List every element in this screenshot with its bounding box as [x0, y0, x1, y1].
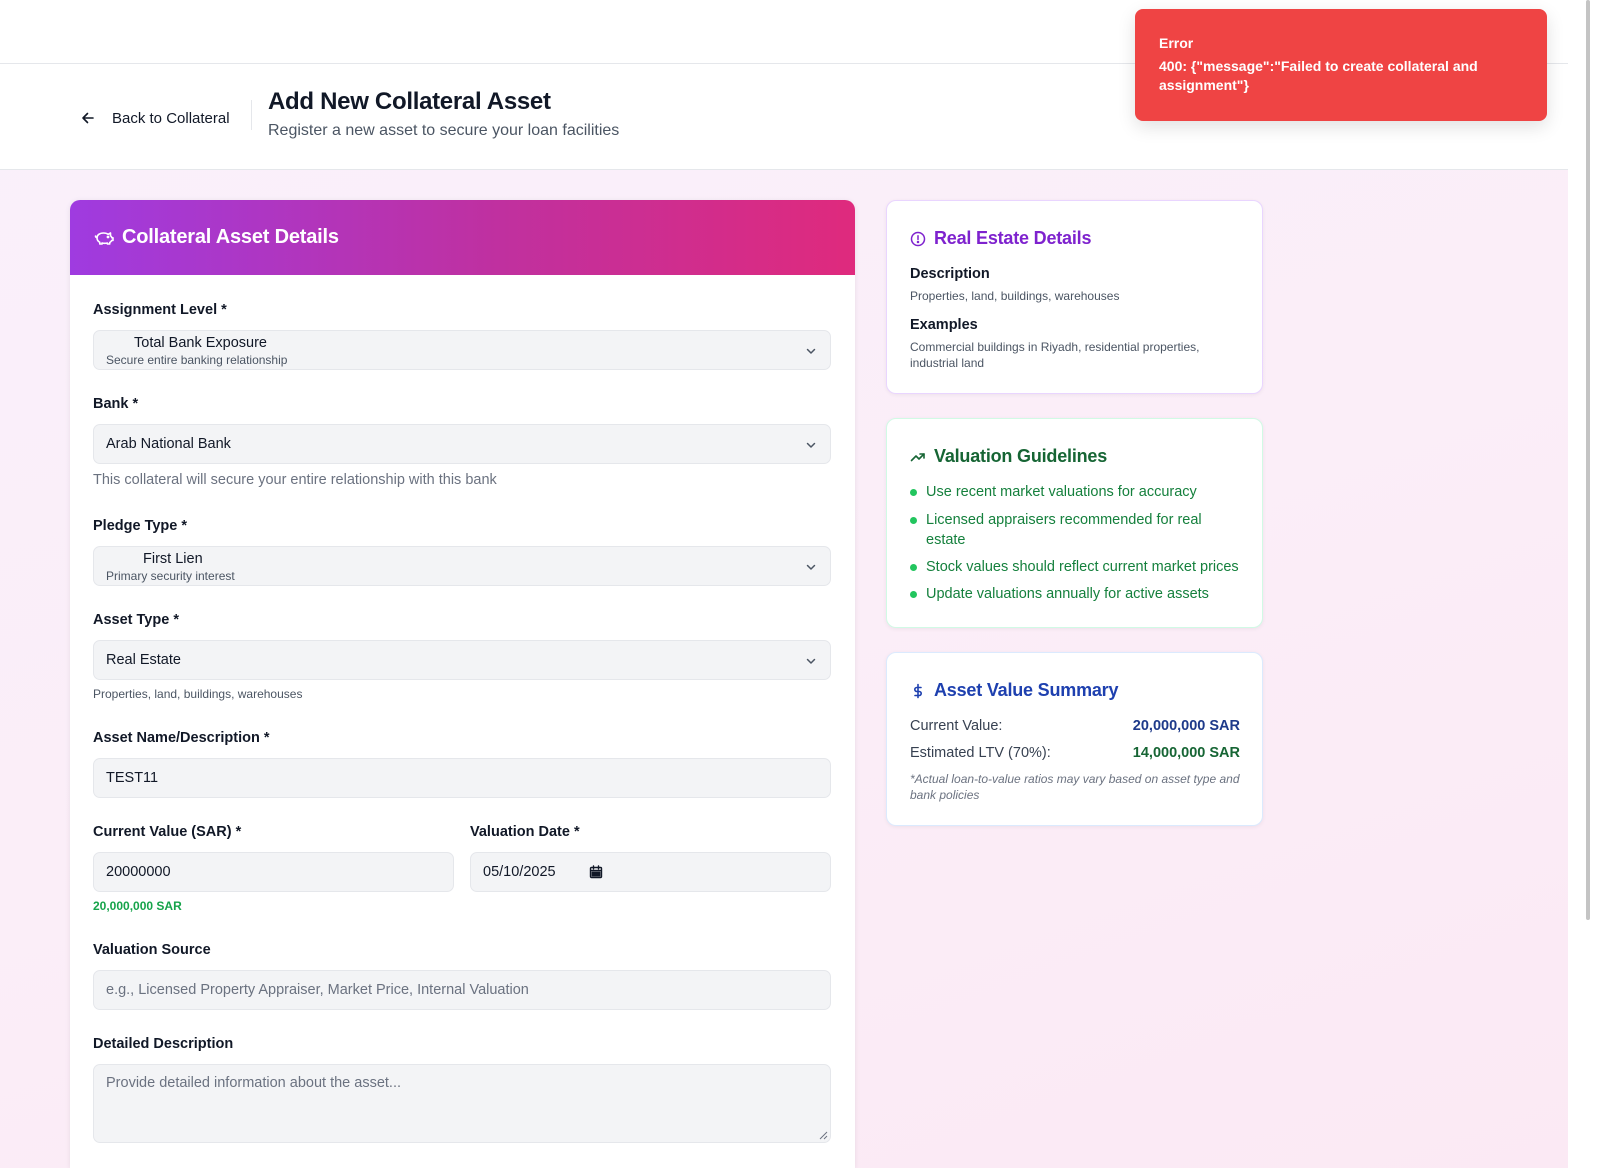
resize-grip-icon[interactable]: [819, 1131, 828, 1140]
description-heading: Description: [910, 266, 990, 282]
calendar-icon[interactable]: [589, 865, 603, 879]
asset-type-select[interactable]: Real Estate: [93, 640, 831, 680]
valuation-guidelines-card: Valuation Guidelines Use recent market v…: [886, 418, 1263, 628]
asset-type-label: Asset Type *: [93, 612, 179, 628]
current-value-formatted: 20,000,000 SAR: [93, 899, 182, 913]
pledge-type-value: First Lien: [143, 551, 203, 567]
back-label: Back to Collateral: [112, 109, 230, 127]
asset-type-value: Real Estate: [106, 652, 181, 668]
chevron-down-icon: [806, 564, 816, 570]
valuation-date-value: 05/10/2025: [483, 864, 556, 880]
chevron-down-icon: [806, 442, 816, 448]
bank-select[interactable]: Arab National Bank: [93, 424, 831, 464]
detailed-description-textarea[interactable]: Provide detailed information about the a…: [93, 1064, 831, 1143]
detailed-description-label: Detailed Description: [93, 1036, 234, 1052]
real-estate-title-text: Real Estate Details: [934, 228, 1092, 248]
real-estate-details-card: Real Estate Details Description Properti…: [886, 200, 1263, 394]
guideline-item: Licensed appraisers recommended for real…: [910, 510, 1245, 550]
arrow-left-icon: [82, 112, 94, 124]
asset-name-label: Asset Name/Description *: [93, 730, 270, 746]
assignment-level-value: Total Bank Exposure: [134, 335, 267, 351]
bullet-icon: [910, 517, 917, 524]
current-value-label: Current Value (SAR) *: [93, 824, 242, 840]
assignment-level-description: Secure entire banking relationship: [106, 353, 288, 367]
current-value-row: Current Value: 20,000,000 SAR: [910, 718, 1240, 734]
examples-text: Commercial buildings in Riyadh, resident…: [910, 340, 1200, 370]
asset-name-input[interactable]: TEST11: [93, 758, 831, 798]
current-value-row-label: Current Value:: [910, 718, 1003, 734]
asset-value-summary-title: Asset Value Summary: [910, 680, 1118, 701]
current-value-value: 20000000: [106, 864, 171, 880]
valuation-date-input[interactable]: 05/10/2025: [470, 852, 831, 892]
bank-label: Bank *: [93, 396, 139, 412]
guideline-text: Licensed appraisers recommended for real…: [926, 512, 1202, 548]
form-card-title: Collateral Asset Details: [122, 226, 339, 248]
pledge-type-select[interactable]: First Lien Primary security interest: [93, 546, 831, 586]
valuation-source-placeholder: e.g., Licensed Property Appraiser, Marke…: [106, 982, 529, 998]
bank-hint: This collateral will secure your entire …: [93, 472, 497, 488]
estimated-ltv-value: 14,000,000 SAR: [1132, 745, 1240, 761]
bank-value: Arab National Bank: [106, 436, 231, 452]
estimated-ltv-row: Estimated LTV (70%): 14,000,000 SAR: [910, 745, 1240, 761]
toast-title: Error: [1159, 35, 1194, 51]
pledge-type-description: Primary security interest: [106, 569, 235, 583]
valuation-source-input[interactable]: e.g., Licensed Property Appraiser, Marke…: [93, 970, 831, 1010]
dollar-icon: [914, 683, 922, 698]
scrollbar-track[interactable]: [1568, 0, 1598, 1168]
info-icon: [910, 231, 926, 246]
asset-value-summary-card: Asset Value Summary Current Value: 20,00…: [886, 652, 1263, 826]
collateral-form-card: Collateral Asset Details Assignment Leve…: [70, 200, 855, 1168]
valuation-guidelines-title: Valuation Guidelines: [910, 446, 1107, 467]
valuation-source-label: Valuation Source: [93, 942, 211, 958]
guideline-item: Use recent market valuations for accurac…: [910, 482, 1245, 502]
toast-message: 400: {"message":"Failed to create collat…: [1159, 58, 1478, 93]
valuation-guidelines-title-text: Valuation Guidelines: [934, 446, 1108, 466]
detailed-description-placeholder: Provide detailed information about the a…: [106, 1075, 402, 1091]
pledge-type-label: Pledge Type *: [93, 518, 188, 534]
bullet-icon: [910, 489, 917, 496]
estimated-ltv-label: Estimated LTV (70%):: [910, 745, 1051, 761]
trending-up-icon: [910, 452, 925, 461]
current-value-input[interactable]: 20000000: [93, 852, 454, 892]
guideline-text: Use recent market valuations for accurac…: [926, 484, 1197, 500]
asset-value-summary-title-text: Asset Value Summary: [934, 680, 1119, 700]
guideline-text: Stock values should reflect current mark…: [926, 559, 1239, 575]
examples-heading: Examples: [910, 317, 978, 333]
scrollbar-thumb[interactable]: [1586, 0, 1590, 920]
asset-name-value: TEST11: [106, 770, 159, 786]
ltv-note: *Actual loan-to-value ratios may vary ba…: [910, 772, 1240, 802]
chevron-down-icon: [806, 348, 816, 354]
guideline-item: Update valuations annually for active as…: [910, 584, 1245, 604]
error-toast[interactable]: Error 400: {"message":"Failed to create …: [1135, 9, 1547, 121]
page-title: Add New Collateral Asset: [268, 88, 551, 115]
real-estate-title: Real Estate Details: [910, 228, 1091, 249]
piggy-bank-icon: [94, 231, 114, 245]
guideline-text: Update valuations annually for active as…: [926, 586, 1209, 602]
bullet-icon: [910, 564, 917, 571]
form-card-header: Collateral Asset Details: [70, 200, 855, 275]
valuation-date-label: Valuation Date *: [470, 824, 580, 840]
current-value-row-value: 20,000,000 SAR: [1132, 718, 1240, 734]
page-subtitle: Register a new asset to secure your loan…: [268, 122, 620, 139]
bullet-icon: [910, 591, 917, 598]
asset-type-hint: Properties, land, buildings, warehouses: [93, 687, 303, 701]
assignment-level-label: Assignment Level *: [93, 302, 227, 318]
assignment-level-select[interactable]: Total Bank Exposure Secure entire bankin…: [93, 330, 831, 370]
guideline-item: Stock values should reflect current mark…: [910, 557, 1245, 577]
header-divider: [251, 100, 252, 130]
description-text: Properties, land, buildings, warehouses: [910, 289, 1120, 303]
back-to-collateral-link[interactable]: Back to Collateral: [80, 107, 230, 129]
chevron-down-icon: [806, 658, 816, 664]
